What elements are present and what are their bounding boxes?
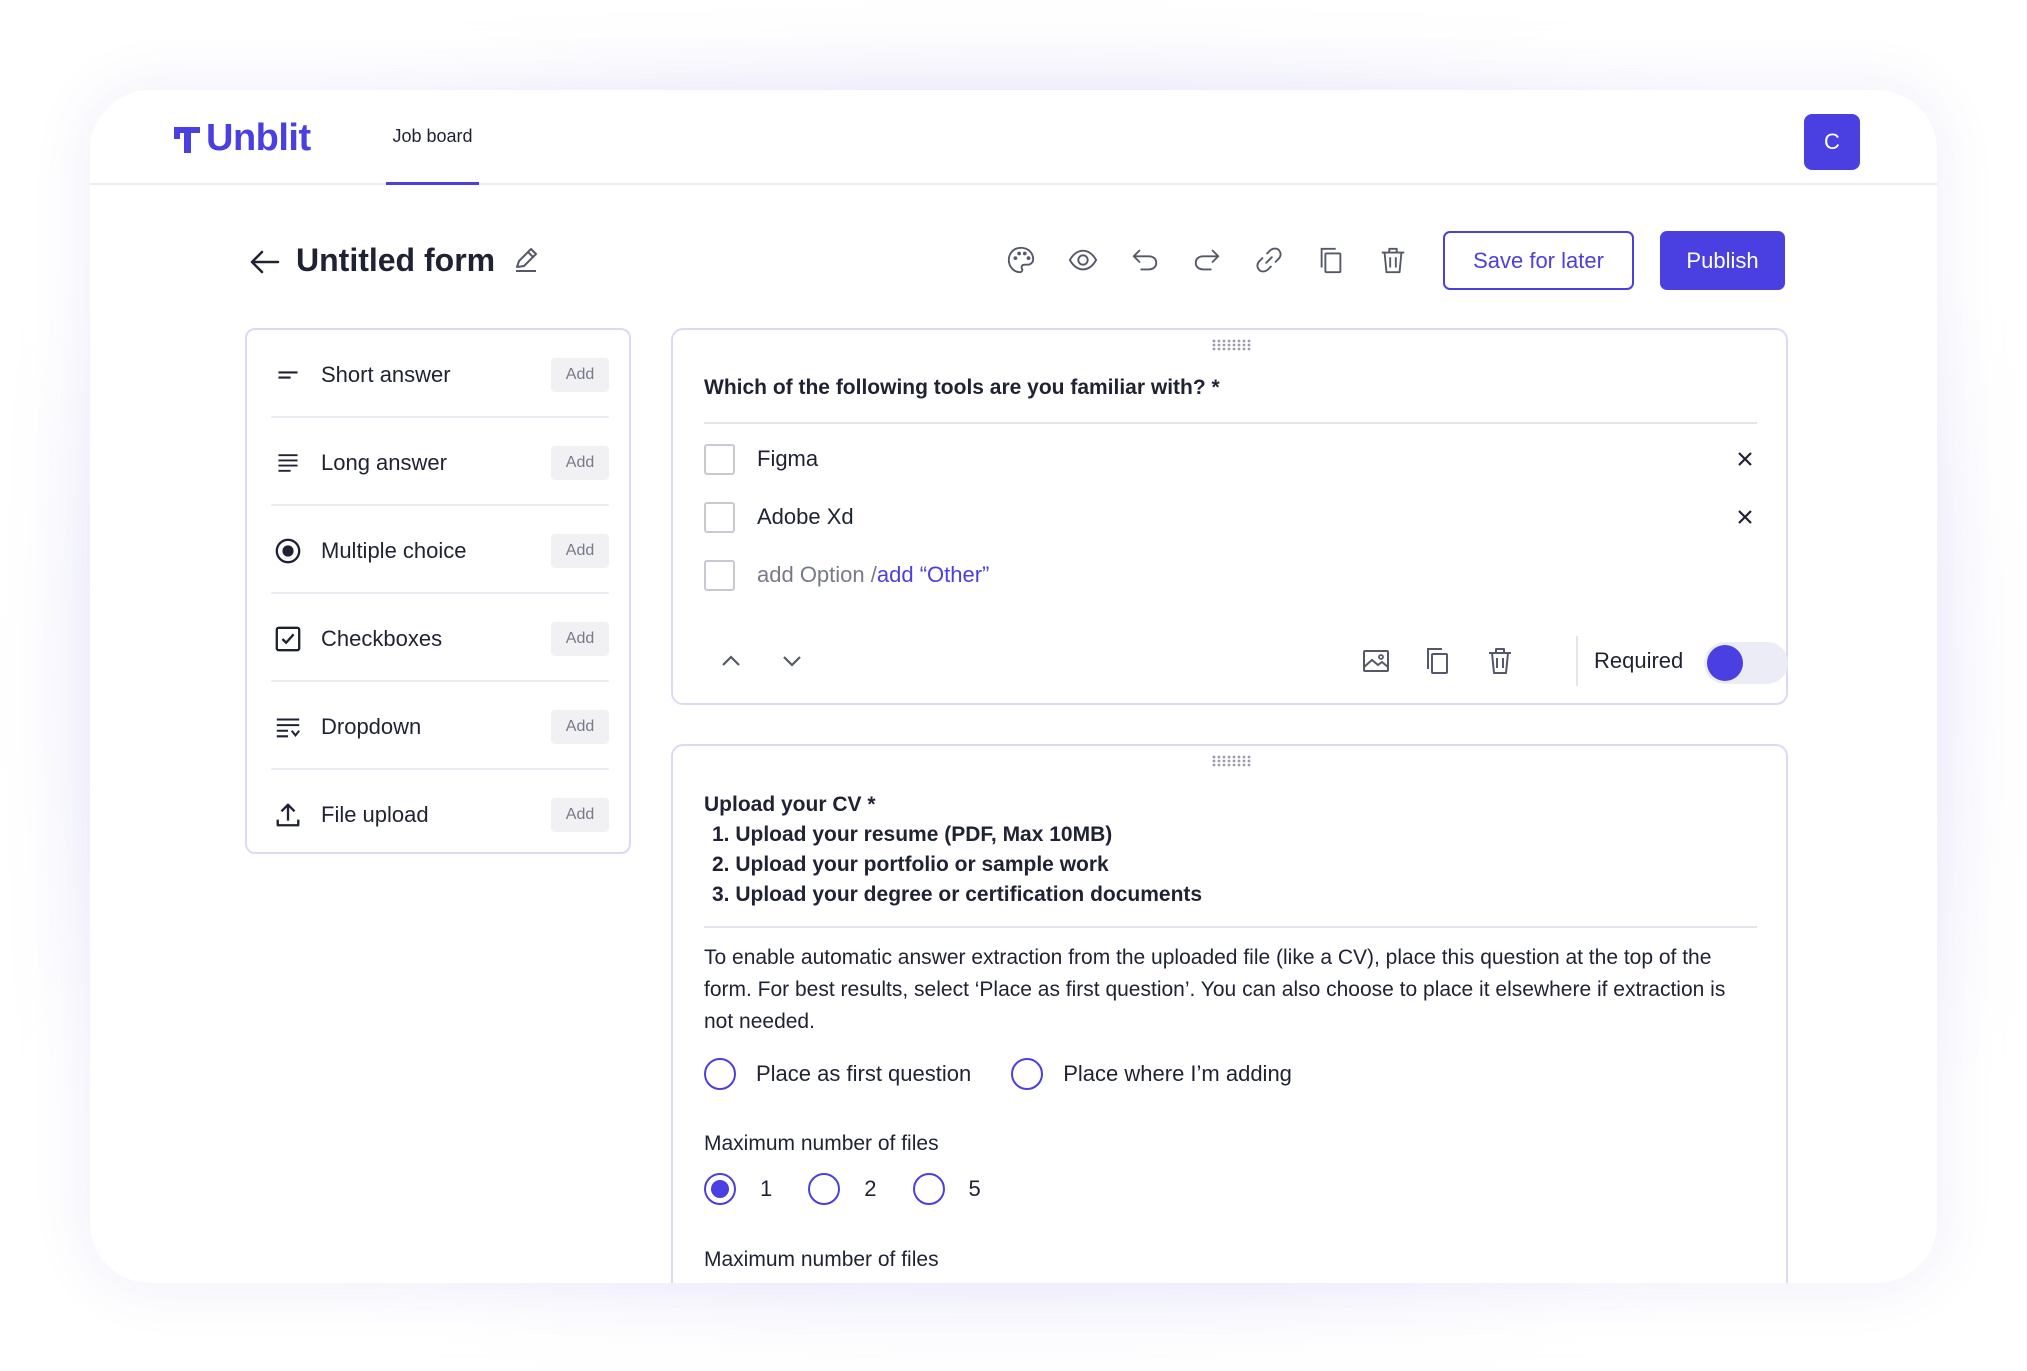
- sidebar-item-label: Multiple choice: [321, 538, 467, 563]
- question-card-file-upload: Upload your CV * 1. Upload your resume (…: [671, 744, 1788, 1283]
- sidebar-item-short-answer[interactable]: Short answer Add: [271, 332, 609, 418]
- extraction-description: To enable automatic answer extraction fr…: [704, 946, 1726, 1033]
- sidebar-item-label: Checkboxes: [321, 626, 443, 651]
- max-files-radio-5[interactable]: [912, 1173, 945, 1205]
- dropdown-icon: [273, 712, 303, 742]
- question-type-sidebar: Short answer Add Long answer Add Multipl…: [245, 328, 631, 854]
- divider: [271, 504, 609, 506]
- option-checkbox[interactable]: [704, 501, 735, 533]
- max-files-radio-2[interactable]: [808, 1173, 841, 1205]
- redo-icon[interactable]: [1191, 244, 1223, 276]
- divider: [704, 926, 1757, 928]
- drag-handle-icon[interactable]: [1211, 754, 1251, 768]
- divider: [704, 422, 1757, 424]
- add-short-answer-button[interactable]: Add: [551, 358, 609, 392]
- sidebar-item-label: Long answer: [321, 450, 447, 475]
- sidebar-item-dropdown[interactable]: Dropdown Add: [271, 684, 609, 770]
- question-title[interactable]: Which of the following tools are you fam…: [704, 376, 1220, 400]
- logo-icon: [174, 127, 200, 153]
- trash-icon[interactable]: [1377, 244, 1409, 276]
- form-toolbar: [1005, 244, 1409, 276]
- add-other-link[interactable]: add “Other”: [877, 562, 990, 588]
- undo-icon[interactable]: [1129, 244, 1161, 276]
- sidebar-item-long-answer[interactable]: Long answer Add: [271, 420, 609, 506]
- publish-button[interactable]: Publish: [1660, 231, 1785, 290]
- option-row: Figma: [704, 439, 1757, 479]
- sidebar-item-multiple-choice[interactable]: Multiple choice Add: [271, 508, 609, 594]
- app-window: Unblit Job board C Untitled form Save fo…: [90, 90, 1937, 1283]
- divider: [271, 416, 609, 418]
- tab-job-board[interactable]: Job board: [386, 90, 479, 185]
- chevron-up-icon[interactable]: [716, 646, 746, 676]
- sidebar-item-label: File upload: [321, 802, 429, 827]
- edit-pencil-icon[interactable]: [512, 246, 540, 274]
- avatar[interactable]: C: [1804, 114, 1860, 170]
- trash-icon[interactable]: [1485, 646, 1515, 676]
- upload-icon: [273, 800, 303, 830]
- short-answer-icon: [273, 360, 303, 390]
- palette-icon[interactable]: [1005, 244, 1037, 276]
- close-icon[interactable]: [1733, 505, 1757, 529]
- eye-icon[interactable]: [1067, 244, 1099, 276]
- add-option-link[interactable]: add Option /: [757, 562, 877, 588]
- divider: [1576, 636, 1578, 686]
- logo-text: Unblit: [206, 116, 311, 159]
- chevron-down-icon[interactable]: [777, 646, 807, 676]
- option-label[interactable]: Adobe Xd: [757, 504, 1733, 530]
- copy-icon[interactable]: [1315, 244, 1347, 276]
- instruction-item: 3. Upload your degree or certification d…: [712, 883, 1203, 906]
- close-icon[interactable]: [1733, 447, 1757, 471]
- save-for-later-button[interactable]: Save for later: [1443, 231, 1634, 290]
- drag-handle-icon[interactable]: [1211, 338, 1251, 352]
- radio-label[interactable]: Place where I’m adding: [1063, 1061, 1292, 1087]
- question-footer: Required: [704, 636, 1788, 686]
- radio-label[interactable]: 5: [969, 1176, 981, 1202]
- back-arrow-icon[interactable]: [248, 245, 282, 279]
- question-title-text: Upload your CV *: [704, 793, 876, 816]
- radio-icon: [273, 536, 303, 566]
- form-title: Untitled form: [296, 242, 496, 278]
- radio-label[interactable]: 1: [760, 1176, 772, 1202]
- add-long-answer-button[interactable]: Add: [551, 446, 609, 480]
- sidebar-item-label: Short answer: [321, 362, 451, 387]
- max-files-label: Maximum number of files: [704, 1248, 939, 1271]
- logo[interactable]: Unblit: [172, 116, 311, 159]
- long-answer-icon: [273, 448, 303, 478]
- radio-label[interactable]: 2: [864, 1176, 876, 1202]
- max-files-radio-1[interactable]: [704, 1173, 736, 1205]
- required-label: Required: [1594, 648, 1684, 673]
- image-icon[interactable]: [1361, 646, 1391, 676]
- option-checkbox: [704, 559, 735, 591]
- question-title[interactable]: Upload your CV * 1. Upload your resume (…: [704, 790, 1202, 910]
- sidebar-item-checkboxes[interactable]: Checkboxes Add: [271, 596, 609, 682]
- add-option-row: add Option / add “Other”: [704, 555, 1757, 595]
- option-checkbox[interactable]: [704, 443, 735, 475]
- option-row: Adobe Xd: [704, 497, 1757, 537]
- question-card-checkboxes: Which of the following tools are you fam…: [671, 328, 1788, 705]
- sidebar-item-file-upload[interactable]: File upload Add: [271, 772, 609, 858]
- divider: [271, 592, 609, 594]
- copy-icon[interactable]: [1423, 646, 1453, 676]
- add-checkboxes-button[interactable]: Add: [551, 622, 609, 656]
- top-nav: Unblit Job board C: [90, 90, 1937, 185]
- instruction-item: 2. Upload your portfolio or sample work: [712, 853, 1109, 876]
- checkbox-icon: [273, 624, 303, 654]
- required-toggle[interactable]: [1704, 642, 1788, 684]
- divider: [271, 680, 609, 682]
- radio-label[interactable]: Place as first question: [756, 1061, 971, 1087]
- placement-options: Place as first question Place where I’m …: [704, 1058, 1292, 1090]
- add-multiple-choice-button[interactable]: Add: [551, 534, 609, 568]
- link-icon[interactable]: [1253, 244, 1285, 276]
- option-label[interactable]: Figma: [757, 446, 1733, 472]
- max-files-options: 1 2 5: [704, 1173, 981, 1205]
- sidebar-item-label: Dropdown: [321, 714, 422, 739]
- max-files-label: Maximum number of files: [704, 1132, 939, 1155]
- instruction-item: 1. Upload your resume (PDF, Max 10MB): [712, 823, 1113, 846]
- place-here-radio[interactable]: [1011, 1058, 1044, 1090]
- toggle-knob: [1707, 645, 1743, 681]
- place-first-radio[interactable]: [704, 1058, 736, 1090]
- add-file-upload-button[interactable]: Add: [551, 798, 609, 832]
- add-dropdown-button[interactable]: Add: [551, 710, 609, 744]
- divider: [271, 768, 609, 770]
